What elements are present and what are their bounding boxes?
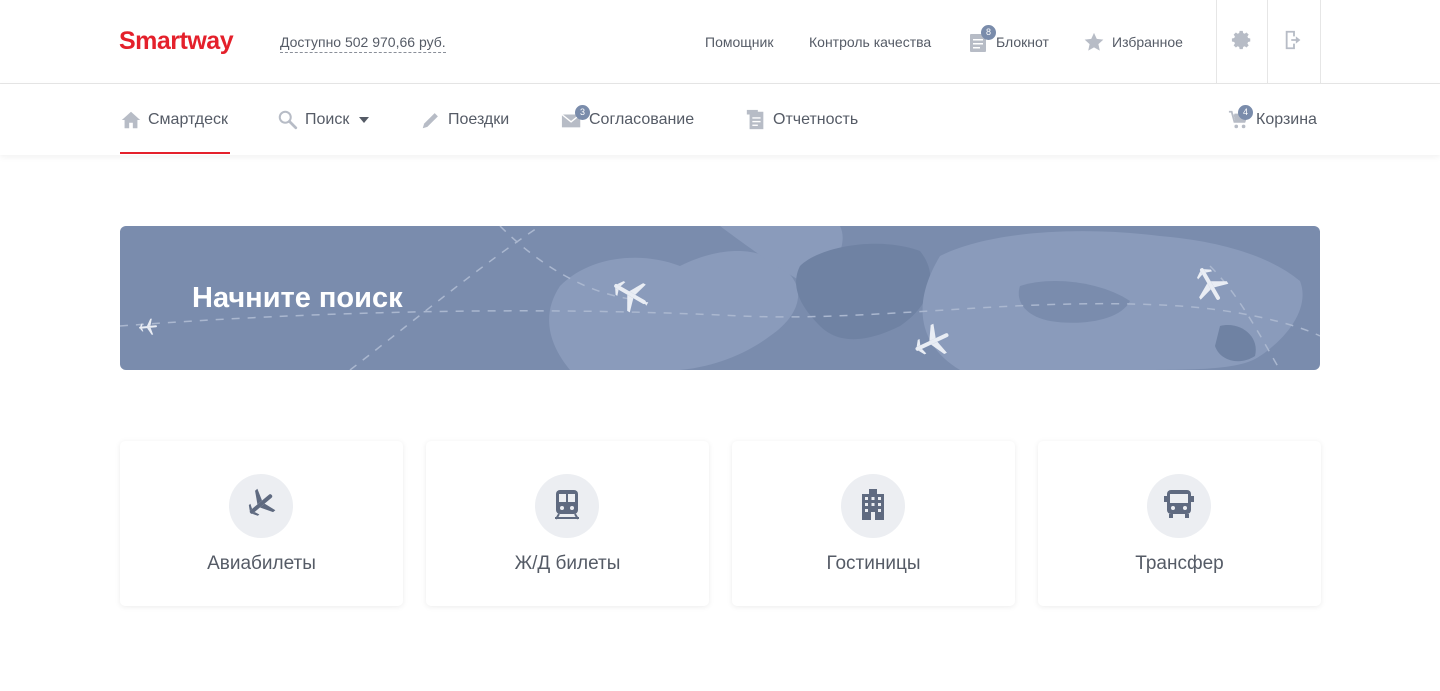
home-icon [120,109,142,131]
service-card-hotel[interactable]: Гостиницы [732,441,1015,606]
main-nav: Смартдеск Поиск Поездки 3 Согласование О… [0,84,1440,155]
divider [1216,0,1217,84]
notebook-label: Блокнот [996,34,1049,50]
nav-approval-label: Согласование [589,110,695,128]
approval-badge: 3 [575,104,590,120]
active-tab-indicator [120,152,230,154]
settings-button[interactable] [1230,30,1254,54]
divider [1267,0,1268,84]
nav-smartdesk-label: Смартдеск [148,110,229,128]
hotel-icon [858,488,888,525]
nav-cart[interactable]: 4 Корзина [1228,84,1317,155]
nav-trips-label: Поездки [448,110,510,128]
report-icon [745,109,767,131]
chevron-down-icon [359,116,370,123]
search-banner[interactable]: Начните поиск [120,226,1320,370]
card-label: Трансфер [1135,553,1224,574]
divider [1320,0,1321,84]
quality-control-link[interactable]: Контроль качества [809,34,931,50]
card-label: Авиабилеты [207,553,316,574]
pencil-icon [420,109,442,131]
balance-link[interactable]: Доступно 502 970,66 руб. [280,34,446,53]
train-icon [552,488,582,525]
mail-icon: 3 [561,104,590,131]
cart-badge: 4 [1238,104,1253,120]
banner-title: Начните поиск [192,282,403,314]
cart-icon: 4 [1228,104,1253,131]
bus-icon [1163,488,1195,525]
nav-trips[interactable]: Поездки [420,84,509,155]
nav-smartdesk[interactable]: Смартдеск [120,84,228,155]
nav-reports-label: Отчетность [773,110,859,128]
plane-icon [244,487,278,526]
favorites-label: Избранное [1112,34,1183,50]
notebook-badge: 8 [981,25,996,40]
card-label: Гостиницы [826,553,921,574]
nav-search[interactable]: Поиск [277,84,370,155]
service-card-train[interactable]: Ж/Д билеты [426,441,709,606]
card-icon-circle [535,474,599,538]
nav-reports[interactable]: Отчетность [745,84,858,155]
nav-approval[interactable]: 3 Согласование [561,84,694,155]
logout-button[interactable] [1282,30,1306,54]
gear-icon [1231,29,1253,56]
assistant-link[interactable]: Помощник [705,34,773,50]
card-label: Ж/Д билеты [514,553,621,574]
nav-cart-label: Корзина [1256,110,1317,128]
card-icon-circle [1147,474,1211,538]
card-icon-circle [841,474,905,538]
top-header: Smartway Доступно 502 970,66 руб. Помощн… [0,0,1440,84]
card-icon-circle [229,474,293,538]
logout-icon [1283,29,1305,56]
service-card-avia[interactable]: Авиабилеты [120,441,403,606]
logo[interactable]: Smartway [119,27,234,56]
service-card-transfer[interactable]: Трансфер [1038,441,1321,606]
star-icon [1083,31,1104,53]
search-icon [277,109,299,131]
nav-search-label: Поиск [305,110,350,128]
